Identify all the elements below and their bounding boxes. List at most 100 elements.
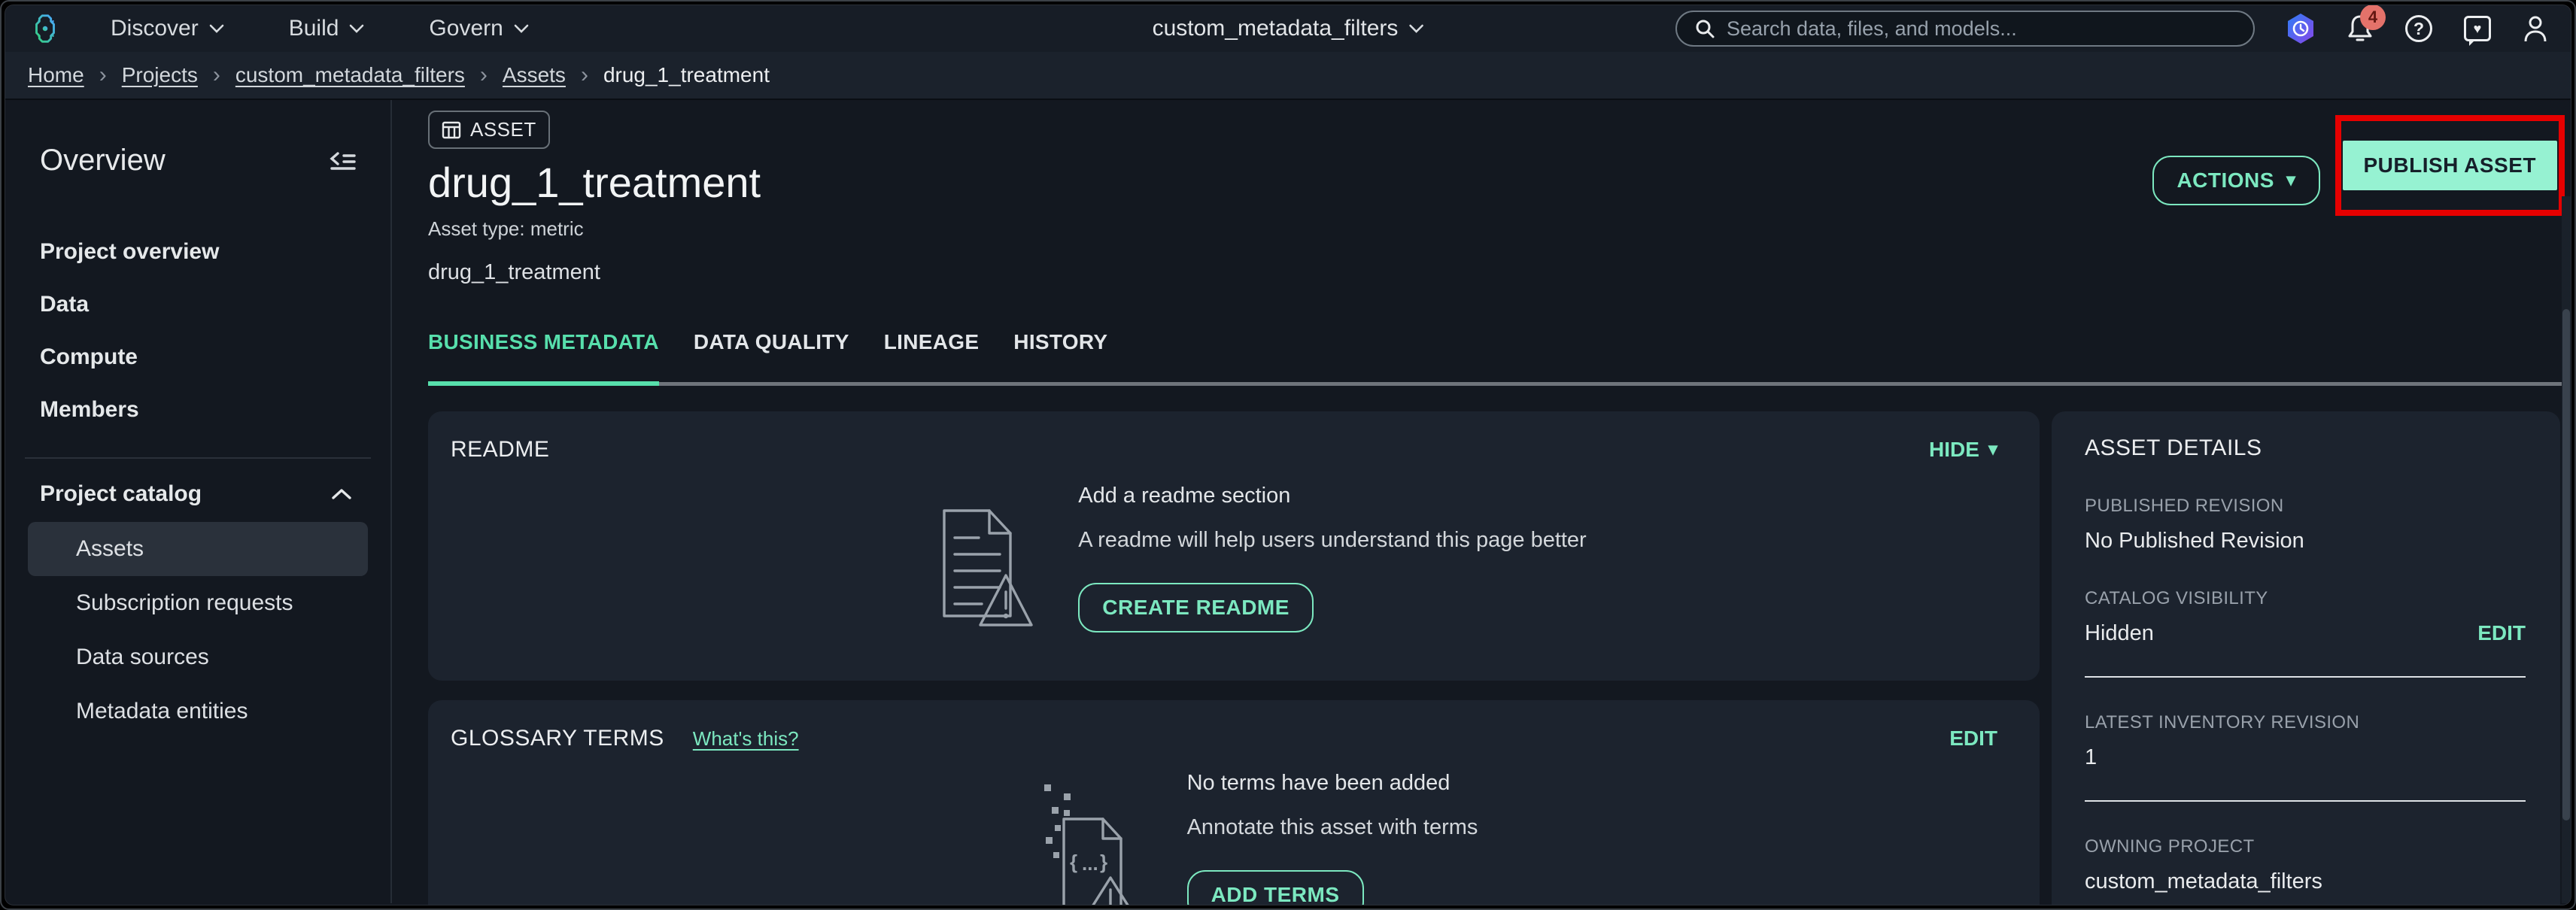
- sidebar-item-assets[interactable]: Assets: [28, 522, 368, 576]
- glossary-empty-terms-icon: { ... }: [1031, 771, 1144, 906]
- field-catalog-visibility: CATALOG VISIBILITY Hidden EDIT: [2085, 588, 2526, 646]
- caret-down-icon: ▾: [2286, 171, 2296, 190]
- sidebar-item-project-overview[interactable]: Project overview: [5, 226, 390, 278]
- nav-govern-label: Govern: [429, 16, 503, 41]
- feedback-button[interactable]: ♥: [2464, 16, 2491, 41]
- readme-empty-document-icon: [922, 484, 1034, 634]
- topbar-utilities: 4 ? ♥: [1675, 11, 2548, 47]
- svg-text:{: {: [1070, 851, 1077, 873]
- asset-details-heading: ASSET DETAILS: [2085, 435, 2526, 461]
- sidebar-item-members[interactable]: Members: [5, 384, 390, 436]
- nav-build[interactable]: Build: [289, 16, 365, 41]
- asset-type-badge: ASSET: [428, 111, 550, 149]
- global-search[interactable]: [1675, 11, 2255, 47]
- field-value: Hidden: [2085, 621, 2154, 646]
- glossary-terms-section: GLOSSARY TERMS What's this? EDIT: [428, 700, 2040, 906]
- chevron-down-icon: [514, 24, 529, 33]
- asset-type-text: Asset type: metric: [428, 217, 2571, 241]
- project-selector-label: custom_metadata_filters: [1153, 16, 1399, 41]
- panel-divider: [2085, 676, 2526, 678]
- search-input[interactable]: [1727, 17, 2235, 41]
- breadcrumb-current-page: drug_1_treatment: [603, 63, 770, 87]
- breadcrumb-separator: ›: [99, 62, 107, 88]
- field-label: CATALOG VISIBILITY: [2085, 588, 2526, 609]
- sidebar-item-data-sources[interactable]: Data sources: [5, 630, 390, 684]
- field-published-revision: PUBLISHED REVISION No Published Revision: [2085, 496, 2526, 554]
- field-value: custom_metadata_filters: [2085, 869, 2322, 894]
- sidebar-divider: [25, 457, 371, 459]
- breadcrumb-projects[interactable]: Projects: [122, 63, 198, 87]
- field-latest-inventory-revision: LATEST INVENTORY REVISION 1: [2085, 712, 2526, 770]
- breadcrumb-separator: ›: [213, 62, 220, 88]
- actions-button-label: ACTIONS: [2177, 168, 2274, 193]
- scrollbar-thumb[interactable]: [2562, 309, 2570, 821]
- field-label: PUBLISHED REVISION: [2085, 496, 2526, 517]
- add-terms-button[interactable]: ADD TERMS: [1187, 870, 1364, 906]
- nav-discover[interactable]: Discover: [111, 16, 224, 41]
- sidebar-item-subscription-requests[interactable]: Subscription requests: [5, 576, 390, 630]
- notifications-button[interactable]: 4: [2347, 14, 2374, 44]
- nav-govern[interactable]: Govern: [429, 16, 528, 41]
- table-icon: [442, 120, 461, 140]
- tab-business-metadata[interactable]: BUSINESS METADATA: [428, 330, 659, 386]
- app-window: Discover Build Govern custom_metadata_fi…: [5, 5, 2571, 905]
- readme-hide-toggle[interactable]: HIDE ▾: [1929, 438, 1997, 462]
- field-value: No Published Revision: [2085, 529, 2304, 554]
- sidebar-nav: Project overview Data Compute Members Pr…: [5, 226, 390, 739]
- publish-asset-button[interactable]: PUBLISH ASSET: [2343, 141, 2558, 190]
- field-label: OWNING PROJECT: [2085, 836, 2526, 857]
- chevron-down-icon: [1408, 24, 1423, 33]
- sidebar-item-data[interactable]: Data: [5, 278, 390, 331]
- tab-history[interactable]: HISTORY: [1013, 330, 1107, 382]
- readme-heading: README: [451, 437, 549, 463]
- sidebar-title: Overview: [40, 144, 166, 177]
- help-button[interactable]: ?: [2405, 15, 2432, 42]
- project-catalog-label: Project catalog: [40, 481, 202, 507]
- tab-lineage[interactable]: LINEAGE: [884, 330, 980, 382]
- sidebar: Overview Project overview Data Compute M…: [5, 100, 392, 903]
- field-value: 1: [2085, 745, 2097, 770]
- annotation-highlight-box: PUBLISH ASSET: [2335, 115, 2565, 216]
- sidebar-section-project-catalog[interactable]: Project catalog: [5, 466, 390, 522]
- chevron-down-icon: [209, 24, 224, 33]
- svg-text:...: ...: [1082, 852, 1098, 875]
- sidebar-item-compute[interactable]: Compute: [5, 331, 390, 384]
- glossary-edit-link[interactable]: EDIT: [1949, 726, 1997, 751]
- asset-description: drug_1_treatment: [428, 260, 2571, 285]
- chevron-up-icon: [332, 488, 351, 500]
- scrollbar[interactable]: [2562, 196, 2571, 903]
- breadcrumb-assets[interactable]: Assets: [503, 63, 566, 87]
- sidebar-item-metadata-entities[interactable]: Metadata entities: [5, 684, 390, 739]
- datazone-logo-icon[interactable]: [28, 11, 62, 46]
- breadcrumb: Home › Projects › custom_metadata_filter…: [5, 52, 2571, 100]
- tab-data-quality[interactable]: DATA QUALITY: [694, 330, 849, 382]
- caret-down-icon: ▾: [1988, 441, 1997, 459]
- chevron-down-icon: [349, 24, 364, 33]
- field-label: LATEST INVENTORY REVISION: [2085, 712, 2526, 733]
- amazon-q-icon[interactable]: [2286, 13, 2315, 44]
- actions-button[interactable]: ACTIONS ▾: [2152, 156, 2319, 205]
- svg-text:}: }: [1100, 851, 1107, 873]
- tab-bar: BUSINESS METADATA DATA QUALITY LINEAGE H…: [428, 330, 2571, 386]
- glossary-heading: GLOSSARY TERMS: [451, 726, 664, 751]
- user-menu-button[interactable]: [2523, 14, 2548, 43]
- asset-badge-label: ASSET: [470, 118, 536, 141]
- project-selector-dropdown[interactable]: custom_metadata_filters: [1153, 16, 1424, 41]
- user-icon: [2523, 14, 2548, 43]
- create-readme-button[interactable]: CREATE README: [1078, 583, 1314, 632]
- asset-details-panel: ASSET DETAILS PUBLISHED REVISION No Publ…: [2052, 411, 2560, 906]
- glossary-empty-title: No terms have been added: [1187, 771, 1478, 796]
- search-icon: [1695, 19, 1715, 38]
- nav-build-label: Build: [289, 16, 339, 41]
- help-icon: ?: [2405, 15, 2432, 42]
- breadcrumb-project-name[interactable]: custom_metadata_filters: [235, 63, 465, 87]
- catalog-visibility-edit-link[interactable]: EDIT: [2477, 621, 2526, 645]
- readme-empty-title: Add a readme section: [1078, 484, 1586, 508]
- breadcrumb-home[interactable]: Home: [28, 63, 84, 87]
- glossary-empty-subtitle: Annotate this asset with terms: [1187, 815, 1478, 840]
- nav-discover-label: Discover: [111, 16, 199, 41]
- glossary-whats-this-link[interactable]: What's this?: [693, 727, 799, 751]
- primary-nav: Discover Build Govern: [111, 16, 529, 41]
- notification-count-badge: 4: [2360, 5, 2386, 30]
- collapse-sidebar-icon[interactable]: [327, 149, 357, 173]
